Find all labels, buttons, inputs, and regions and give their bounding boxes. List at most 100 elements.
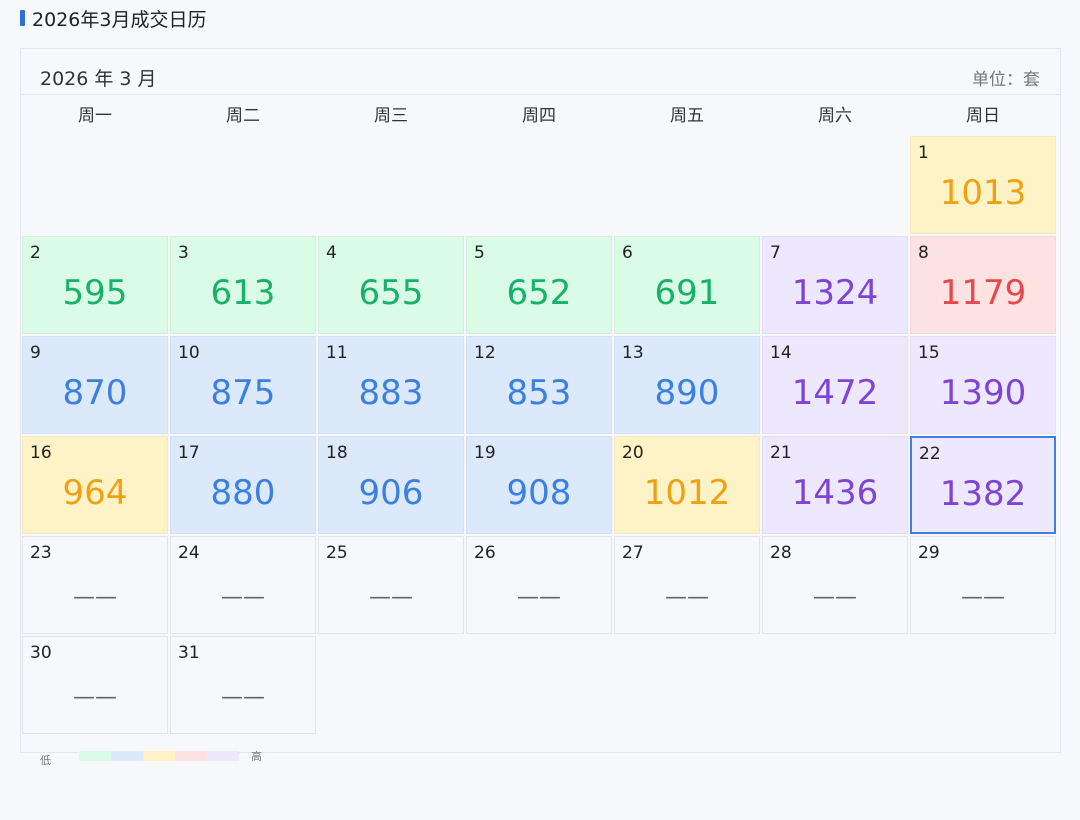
calendar-day-cell[interactable]: 4 655 <box>318 236 464 334</box>
calendar-blank-cell <box>466 136 612 234</box>
calendar-day-cell[interactable]: 23 —— <box>22 536 168 634</box>
calendar-blank-cell <box>762 136 908 234</box>
day-value: 1390 <box>939 373 1027 413</box>
day-number: 5 <box>474 243 485 263</box>
day-value: —— <box>369 585 413 610</box>
day-number: 7 <box>770 243 781 263</box>
day-number: 18 <box>326 443 348 463</box>
day-number: 22 <box>919 444 941 464</box>
day-number: 12 <box>474 343 496 363</box>
day-value: 906 <box>358 473 424 513</box>
calendar-day-cell[interactable]: 6 691 <box>614 236 760 334</box>
calendar-day-cell[interactable]: 5 652 <box>466 236 612 334</box>
day-value: —— <box>73 685 117 710</box>
day-value: 1382 <box>939 474 1027 514</box>
day-value: 908 <box>506 473 572 513</box>
calendar-day-cell[interactable]: 25 —— <box>318 536 464 634</box>
day-number: 23 <box>30 543 52 563</box>
day-value: 595 <box>62 273 128 313</box>
day-value: 875 <box>210 373 276 413</box>
day-value: 1012 <box>643 473 731 513</box>
weekday-sat: 周六 <box>818 106 852 126</box>
calendar-day-cell[interactable]: 3 613 <box>170 236 316 334</box>
calendar-day-cell[interactable]: 26 —— <box>466 536 612 634</box>
day-number: 11 <box>326 343 348 363</box>
calendar-day-cell[interactable]: 29 —— <box>910 536 1056 634</box>
weekday-wed: 周三 <box>374 106 408 126</box>
legend-low-label: 低 <box>40 754 51 767</box>
legend-swatch <box>143 751 175 761</box>
day-number: 10 <box>178 343 200 363</box>
calendar-day-cell[interactable]: 15 1390 <box>910 336 1056 434</box>
day-value: 652 <box>506 273 572 313</box>
calendar-day-cell[interactable]: 17 880 <box>170 436 316 534</box>
day-number: 6 <box>622 243 633 263</box>
calendar-day-cell[interactable]: 1 1013 <box>910 136 1056 234</box>
title-accent-bar <box>20 10 25 26</box>
calendar-day-cell[interactable]: 14 1472 <box>762 336 908 434</box>
legend-high-label: 高 <box>251 750 262 763</box>
day-number: 25 <box>326 543 348 563</box>
day-value: —— <box>665 585 709 610</box>
day-number: 4 <box>326 243 337 263</box>
calendar-day-cell[interactable]: 8 1179 <box>910 236 1056 334</box>
month-label: 2026 年 3 月 <box>40 68 157 90</box>
calendar-day-cell[interactable]: 9 870 <box>22 336 168 434</box>
day-value: 883 <box>358 373 424 413</box>
calendar-day-cell[interactable]: 21 1436 <box>762 436 908 534</box>
calendar-day-cell[interactable]: 18 906 <box>318 436 464 534</box>
day-number: 21 <box>770 443 792 463</box>
calendar-day-cell[interactable]: 2 595 <box>22 236 168 334</box>
weekday-sun: 周日 <box>966 106 1000 126</box>
day-number: 31 <box>178 643 200 663</box>
day-value: 613 <box>210 273 276 313</box>
unit-label: 单位：套 <box>972 70 1040 90</box>
day-number: 28 <box>770 543 792 563</box>
calendar-day-cell[interactable]: 24 —— <box>170 536 316 634</box>
calendar-day-cell[interactable]: 7 1324 <box>762 236 908 334</box>
day-number: 27 <box>622 543 644 563</box>
calendar-day-cell[interactable]: 30 —— <box>22 636 168 734</box>
calendar-day-cell[interactable]: 27 —— <box>614 536 760 634</box>
color-legend: 低 高 <box>40 744 262 768</box>
calendar-day-cell[interactable]: 12 853 <box>466 336 612 434</box>
day-value: —— <box>813 585 857 610</box>
day-number: 19 <box>474 443 496 463</box>
weekday-thu: 周四 <box>522 106 556 126</box>
calendar-day-cell[interactable]: 20 1012 <box>614 436 760 534</box>
calendar-day-cell[interactable]: 11 883 <box>318 336 464 434</box>
legend-swatch <box>175 751 207 761</box>
calendar-blank-cell <box>22 136 168 234</box>
day-value: 880 <box>210 473 276 513</box>
weekday-header-row: 周一 周二 周三 周四 周五 周六 周日 <box>21 96 1057 136</box>
day-value: —— <box>221 685 265 710</box>
calendar-blank-cell <box>318 136 464 234</box>
legend-swatch <box>111 751 143 761</box>
day-number: 15 <box>918 343 940 363</box>
calendar-day-cell[interactable]: 16 964 <box>22 436 168 534</box>
day-value: 890 <box>654 373 720 413</box>
calendar-day-cell[interactable]: 10 875 <box>170 336 316 434</box>
calendar-day-cell[interactable]: 22 1382 <box>910 436 1056 534</box>
calendar-day-cell[interactable]: 31 —— <box>170 636 316 734</box>
day-number: 1 <box>918 143 929 163</box>
day-number: 16 <box>30 443 52 463</box>
day-value: 691 <box>654 273 720 313</box>
day-value: 853 <box>506 373 572 413</box>
weekday-mon: 周一 <box>78 106 112 126</box>
day-number: 3 <box>178 243 189 263</box>
day-value: 870 <box>62 373 128 413</box>
calendar-day-cell[interactable]: 19 908 <box>466 436 612 534</box>
day-number: 30 <box>30 643 52 663</box>
page-title-text: 2026年3月成交日历 <box>32 8 207 31</box>
day-number: 24 <box>178 543 200 563</box>
calendar-day-cell[interactable]: 28 —— <box>762 536 908 634</box>
calendar-grid: 1 1013 2 595 3 613 4 655 5 652 6 691 7 1324 8 1179 9 870 1… <box>21 135 1057 735</box>
day-number: 17 <box>178 443 200 463</box>
day-value: 1179 <box>939 273 1027 313</box>
page-title: 2026年3月成交日历 <box>20 6 207 31</box>
calendar-blank-cell <box>614 136 760 234</box>
calendar-blank-cell <box>170 136 316 234</box>
calendar-panel: 2026 年 3 月 单位：套 周一 周二 周三 周四 周五 周六 周日 1 10… <box>20 48 1061 753</box>
calendar-day-cell[interactable]: 13 890 <box>614 336 760 434</box>
